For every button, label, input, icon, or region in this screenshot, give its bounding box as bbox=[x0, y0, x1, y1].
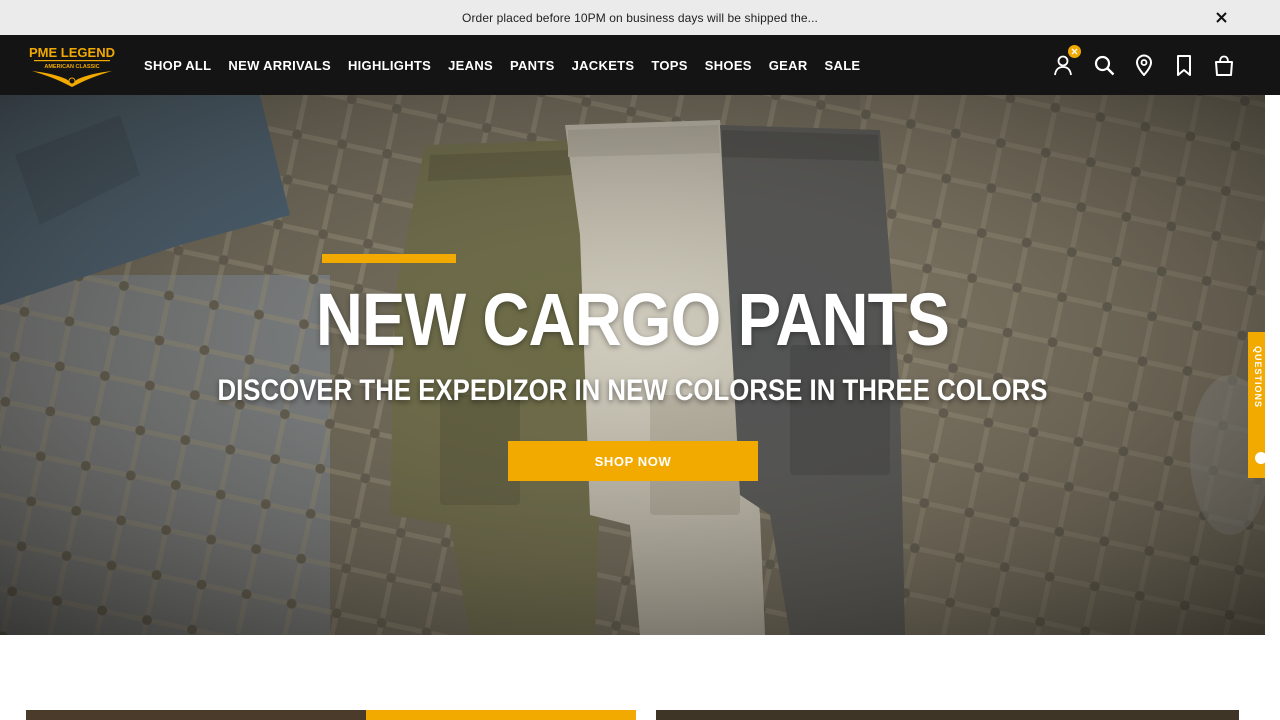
account-icon[interactable] bbox=[1052, 45, 1081, 77]
nav-item-tops[interactable]: TOPS bbox=[651, 58, 687, 73]
nav-item-shoes[interactable]: SHOES bbox=[705, 58, 752, 73]
nav-item-sale[interactable]: SALE bbox=[825, 58, 861, 73]
hero-subtitle: DISCOVER THE EXPEDIZOR IN NEW COLORSE IN… bbox=[217, 374, 1048, 407]
store-locator-icon[interactable] bbox=[1132, 53, 1156, 77]
hero-background-image bbox=[0, 95, 1265, 635]
announcement-text: Order placed before 10PM on business day… bbox=[462, 10, 818, 25]
brand-logo[interactable]: PME LEGEND AMERICAN CLASSIC bbox=[26, 43, 118, 87]
close-icon[interactable] bbox=[1213, 9, 1230, 26]
cart-icon[interactable] bbox=[1212, 53, 1236, 77]
nav-item-jeans[interactable]: JEANS bbox=[448, 58, 493, 73]
nav-item-new-arrivals[interactable]: NEW ARRIVALS bbox=[228, 58, 331, 73]
chat-icon bbox=[1255, 452, 1267, 464]
nav-item-pants[interactable]: PANTS bbox=[510, 58, 555, 73]
header-icons bbox=[1036, 35, 1236, 95]
wishlist-icon[interactable] bbox=[1172, 53, 1196, 77]
promo-card-left[interactable] bbox=[26, 710, 636, 720]
hero-title: NEW CARGO PANTS bbox=[315, 278, 950, 361]
main-navigation: SHOP ALL NEW ARRIVALS HIGHLIGHTS JEANS P… bbox=[144, 35, 877, 95]
nav-item-gear[interactable]: GEAR bbox=[769, 58, 808, 73]
hero-accent-bar bbox=[322, 254, 456, 263]
brand-name: PME LEGEND bbox=[29, 45, 115, 60]
nav-item-jackets[interactable]: JACKETS bbox=[572, 58, 635, 73]
promo-card-right[interactable] bbox=[656, 710, 1239, 720]
promo-card-accent bbox=[366, 710, 636, 720]
brand-tagline: AMERICAN CLASSIC bbox=[44, 64, 99, 70]
account-badge-icon bbox=[1068, 45, 1081, 58]
nav-item-highlights[interactable]: HIGHLIGHTS bbox=[348, 58, 431, 73]
questions-tab-label: QUESTIONS bbox=[1253, 346, 1263, 409]
nav-item-shop-all[interactable]: SHOP ALL bbox=[144, 58, 211, 73]
shop-now-button[interactable]: SHOP NOW bbox=[508, 441, 758, 481]
site-header: PME LEGEND AMERICAN CLASSIC SHOP ALL NEW… bbox=[0, 35, 1280, 95]
announcement-bar: Order placed before 10PM on business day… bbox=[0, 0, 1280, 35]
hero-banner[interactable]: NEW CARGO PANTS DISCOVER THE EXPEDIZOR I… bbox=[0, 95, 1265, 635]
search-icon[interactable] bbox=[1092, 53, 1116, 77]
